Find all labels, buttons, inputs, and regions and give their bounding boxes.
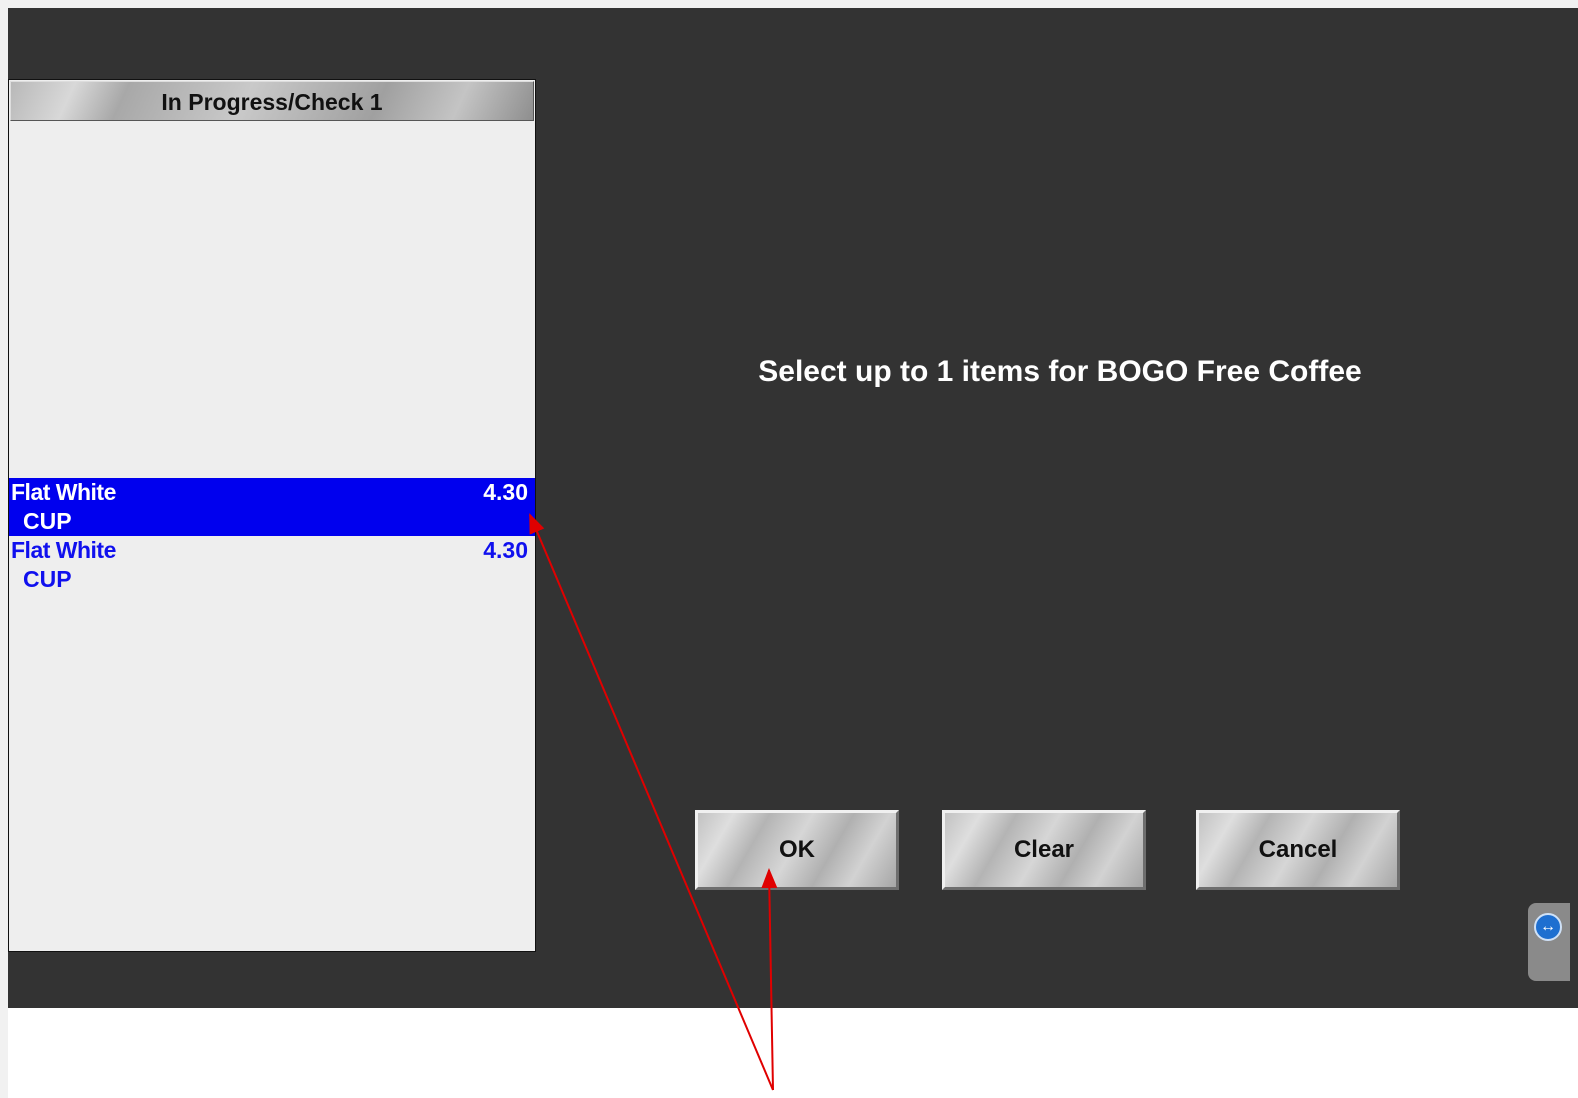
ok-button[interactable]: OK: [695, 810, 899, 890]
teamviewer-icon: ↔: [1534, 913, 1562, 941]
clear-button[interactable]: Clear: [942, 810, 1146, 890]
cancel-button[interactable]: Cancel: [1196, 810, 1400, 890]
item-modifier: CUP: [23, 508, 72, 534]
item-price: 4.30: [483, 479, 528, 505]
prompt-text: Select up to 1 items for BOGO Free Coffe…: [758, 355, 1362, 388]
remote-support-tab[interactable]: ↔: [1528, 903, 1570, 981]
left-border: [0, 0, 8, 1098]
check-item[interactable]: Flat White 4.30 CUP: [9, 478, 535, 536]
item-modifier: CUP: [23, 566, 72, 592]
item-name: Flat White: [11, 479, 116, 505]
check-item[interactable]: Flat White 4.30 CUP: [9, 536, 535, 594]
item-name: Flat White: [11, 537, 116, 563]
top-border: [0, 0, 1578, 8]
check-header: In Progress/Check 1: [10, 81, 534, 121]
check-panel: In Progress/Check 1 Flat White 4.30 CUP …: [8, 79, 536, 952]
item-price: 4.30: [483, 537, 528, 563]
